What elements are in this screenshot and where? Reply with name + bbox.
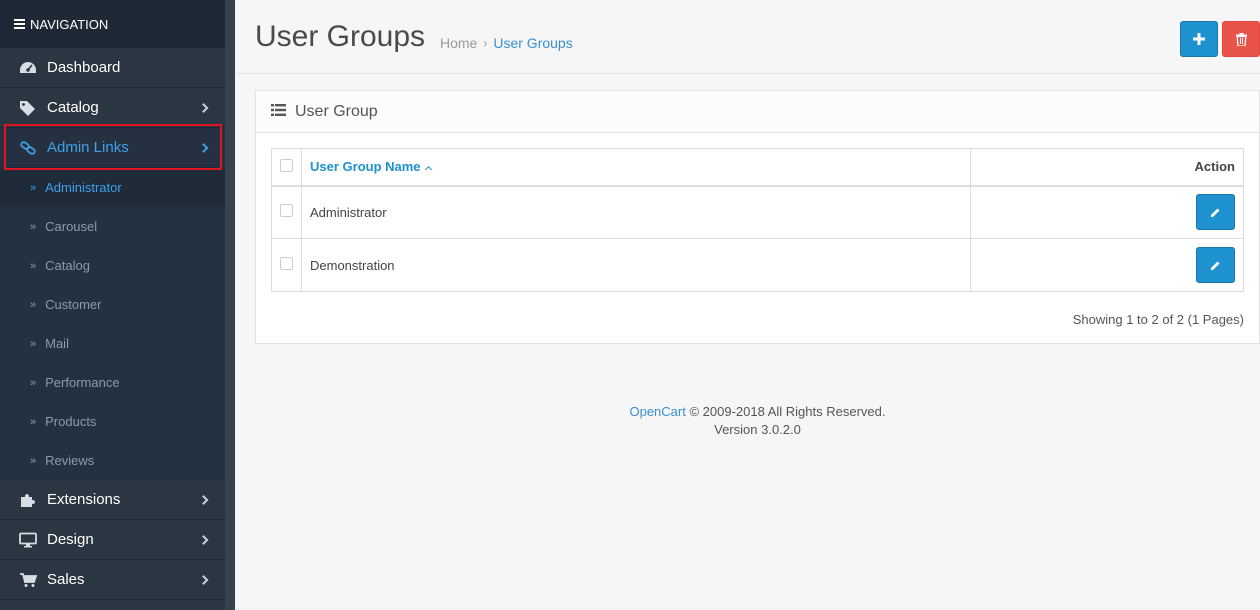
submenu-item-label: Mail [45,336,69,351]
column-header-name-label: User Group Name [310,159,421,175]
row-checkbox[interactable] [280,257,293,270]
user-group-table: User Group Name Action Administrator Dem… [271,148,1244,292]
footer-copyright-line: OpenCart © 2009-2018 All Rights Reserved… [235,403,1260,421]
chevron-right-icon [198,142,209,153]
submenu-item-performance[interactable]: » Performance [0,363,225,402]
link-icon [19,139,37,157]
action-cell [970,238,1244,292]
sidebar: NAVIGATION Dashboard Catalog Admin Links… [0,0,225,610]
sort-caret-up-icon [424,166,432,174]
submenu-item-reviews[interactable]: » Reviews [0,441,225,480]
admin-links-submenu: » Administrator » Carousel » Catalog » Custo… [0,168,225,480]
chevron-right-icon [198,494,209,505]
select-all-cell [271,148,302,187]
breadcrumb-home[interactable]: Home [440,35,477,51]
double-chevron-icon: » [30,298,37,311]
version-text: Version 3.0.2.0 [714,422,801,437]
submenu-item-label: Carousel [45,219,98,234]
submenu-item-label: Performance [45,375,120,390]
sidebar-item-dashboard[interactable]: Dashboard [0,48,225,88]
sidebar-divider [225,0,235,610]
double-chevron-icon: » [30,181,37,194]
monitor-icon [19,531,37,549]
submenu-item-customer[interactable]: » Customer [0,285,225,324]
double-chevron-icon: » [30,454,37,467]
sidebar-item-label: Catalog [47,99,99,116]
user-group-name-cell: Demonstration [301,238,971,292]
user-group-panel: User Group User Group Name Action Admini… [255,90,1260,344]
add-button[interactable] [1180,21,1218,57]
row-checkbox[interactable] [280,204,293,218]
submenu-item-label: Customer [45,297,102,312]
page-title: User Groups [255,20,426,53]
breadcrumb-separator-icon: › [483,36,488,50]
sidebar-item-label: Extensions [47,491,121,508]
chevron-right-icon [198,102,209,113]
sidebar-item-extensions[interactable]: Extensions [0,480,225,520]
chevron-right-icon [198,534,209,545]
tags-icon [19,99,37,117]
navigation-header[interactable]: NAVIGATION [0,0,225,48]
double-chevron-icon: » [30,259,37,272]
sidebar-item-label: Dashboard [47,59,121,76]
sidebar-item-sales[interactable]: Sales [0,560,225,600]
table-row: Demonstration [271,238,1244,292]
sidebar-item-label: Admin Links [47,139,129,156]
action-cell [970,185,1244,239]
navigation-header-label: NAVIGATION [30,16,109,32]
double-chevron-icon: » [30,220,37,233]
breadcrumb-current[interactable]: User Groups [493,35,572,51]
submenu-item-carousel[interactable]: » Carousel [0,207,225,246]
sidebar-item-design[interactable]: Design [0,520,225,560]
puzzle-icon [19,491,37,509]
submenu-item-mail[interactable]: » Mail [0,324,225,363]
panel-title: User Group [295,102,378,120]
edit-button[interactable] [1196,247,1235,283]
pencil-icon [1211,208,1220,217]
submenu-item-products[interactable]: » Products [0,402,225,441]
copyright-text: © 2009-2018 All Rights Reserved. [685,404,886,419]
submenu-item-label: Administrator [45,180,122,195]
row-select-cell [271,238,302,292]
sidebar-item-catalog[interactable]: Catalog [0,88,225,128]
sidebar-item-label: Sales [47,571,85,588]
cart-icon [19,571,37,589]
opencart-link[interactable]: OpenCart [629,404,685,419]
list-icon [271,103,286,121]
column-header-name[interactable]: User Group Name [301,148,971,187]
table-row: Administrator [271,185,1244,239]
sidebar-item-admin-links[interactable]: Admin Links [0,128,225,168]
chevron-right-icon [198,574,209,585]
double-chevron-icon: » [30,337,37,350]
breadcrumb: Home › User Groups [440,35,573,51]
double-chevron-icon: » [30,415,37,428]
double-chevron-icon: » [30,376,37,389]
submenu-item-administrator[interactable]: » Administrator [0,168,225,207]
delete-button[interactable] [1222,21,1260,57]
submenu-item-label: Catalog [45,258,90,273]
main-content: User Groups Home › User Groups User Grou… [235,0,1260,610]
pagination-summary: Showing 1 to 2 of 2 (1 Pages) [1072,312,1244,327]
page-header: User Groups Home › User Groups [235,0,1260,74]
column-header-action: Action [970,148,1244,187]
row-select-cell [271,185,302,239]
select-all-checkbox[interactable] [280,158,293,172]
hamburger-icon [14,17,25,31]
submenu-item-label: Reviews [45,453,95,468]
dashboard-icon [19,59,37,77]
trash-icon [1235,32,1247,46]
panel-heading: User Group [256,91,1259,133]
edit-button[interactable] [1196,194,1235,231]
footer: OpenCart © 2009-2018 All Rights Reserved… [235,403,1260,439]
submenu-item-label: Products [45,414,97,429]
submenu-item-catalog[interactable]: » Catalog [0,246,225,285]
table-header-row: User Group Name Action [271,148,1244,187]
user-group-name-cell: Administrator [301,185,971,239]
pencil-icon [1211,261,1220,270]
plus-icon [1193,33,1205,45]
sidebar-item-label: Design [47,531,94,548]
